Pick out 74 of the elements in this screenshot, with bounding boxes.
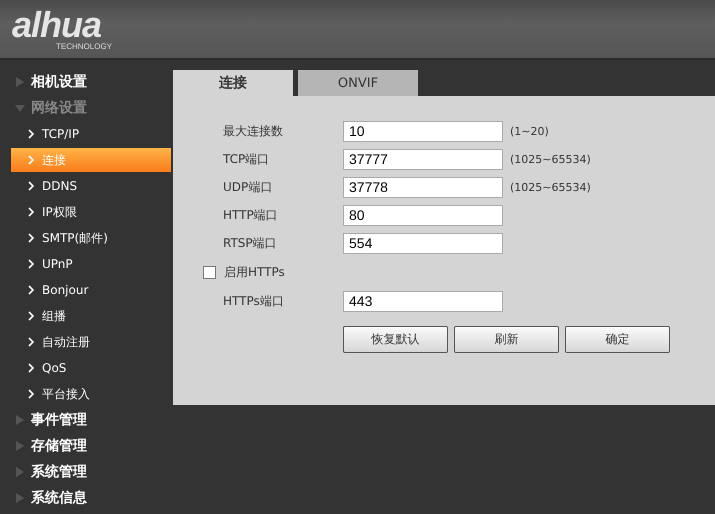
- menu-group[interactable]: 相机设置: [0, 69, 173, 95]
- input-field[interactable]: 37777: [343, 148, 503, 170]
- input-field[interactable]: 10: [343, 120, 503, 142]
- chevron-right-icon: [28, 389, 34, 399]
- triangle-down-icon: [15, 103, 25, 113]
- triangle-right-icon: [15, 493, 25, 503]
- menu-item-label: 连接: [42, 152, 66, 168]
- input-field[interactable]: 443: [343, 290, 503, 312]
- menu-item[interactable]: 组播: [0, 303, 171, 329]
- action-button[interactable]: 恢复默认: [343, 326, 448, 353]
- menu-item-label: Bonjour: [42, 283, 88, 297]
- chevron-right-icon: [28, 311, 34, 321]
- menu-group[interactable]: 事件管理: [0, 407, 173, 433]
- menu-group[interactable]: 系统信息: [0, 485, 173, 511]
- menu-item[interactable]: 自动注册: [0, 329, 171, 355]
- menu-group-label: 存储管理: [31, 437, 87, 455]
- chevron-right-icon: [28, 207, 34, 217]
- field-label: 最大连接数: [222, 122, 284, 140]
- input-field[interactable]: 80: [343, 204, 503, 226]
- triangle-right-icon: [15, 441, 25, 451]
- menu-item-label: SMTP(邮件): [42, 230, 108, 246]
- action-button[interactable]: 刷新: [454, 326, 559, 353]
- checkbox-label: 启用HTTPs: [224, 264, 285, 280]
- triangle-right-icon: [15, 415, 25, 425]
- menu-item[interactable]: DDNS: [0, 173, 171, 199]
- chevron-right-icon: [28, 181, 34, 191]
- checkbox[interactable]: [203, 266, 216, 278]
- chevron-right-icon: [28, 155, 34, 165]
- chevron-right-icon: [28, 363, 34, 373]
- field-label: TCP端口: [222, 150, 270, 168]
- tab[interactable]: ONVIF: [298, 70, 418, 96]
- triangle-right-icon: [15, 467, 25, 477]
- range-hint: (1~20): [510, 124, 549, 138]
- menu-item-label: 组播: [42, 308, 66, 324]
- input-field[interactable]: 37778: [343, 176, 503, 198]
- tab[interactable]: 连接: [173, 70, 293, 96]
- menu-item-label: IP权限: [42, 204, 77, 220]
- menu-item-label: TCP/IP: [42, 127, 80, 141]
- menu-group[interactable]: 存储管理: [0, 433, 173, 459]
- logo-text: alhua: [12, 8, 102, 42]
- input-field[interactable]: 554: [343, 232, 503, 254]
- menu-item[interactable]: SMTP(邮件): [0, 225, 171, 251]
- menu-group-label: 相机设置: [31, 73, 87, 91]
- menu-item[interactable]: 平台接入: [0, 381, 171, 407]
- menu-group-label: 系统管理: [31, 463, 87, 481]
- field-label: HTTP端口: [222, 206, 279, 224]
- menu-group-label: 事件管理: [31, 411, 87, 429]
- menu-group[interactable]: 网络设置: [0, 95, 173, 121]
- menu-group[interactable]: 系统管理: [0, 459, 173, 485]
- range-hint: (1025~65534): [510, 180, 591, 194]
- field-label: UDP端口: [222, 178, 274, 196]
- menu-item[interactable]: QoS: [0, 355, 171, 381]
- chevron-right-icon: [28, 285, 34, 295]
- action-button[interactable]: 确定: [565, 326, 670, 353]
- menu-item-label: DDNS: [42, 179, 78, 193]
- menu-item[interactable]: UPnP: [0, 251, 171, 277]
- field-label: RTSP端口: [222, 234, 278, 252]
- range-hint: (1025~65534): [510, 152, 591, 166]
- menu-item[interactable]: TCP/IP: [0, 121, 171, 147]
- logo-subtitle: TECHNOLOGY: [56, 42, 112, 50]
- menu-item-label: QoS: [42, 361, 66, 375]
- menu-group-label: 网络设置: [31, 99, 87, 117]
- triangle-right-icon: [15, 77, 25, 87]
- chevron-right-icon: [28, 233, 34, 243]
- menu-group-label: 系统信息: [31, 489, 87, 507]
- menu-item[interactable]: IP权限: [0, 199, 171, 225]
- field-label: HTTPs端口: [222, 292, 285, 310]
- menu-item[interactable]: Bonjour: [0, 277, 171, 303]
- chevron-right-icon: [28, 337, 34, 347]
- chevron-right-icon: [28, 259, 34, 269]
- menu-item-label: 自动注册: [42, 334, 90, 350]
- chevron-right-icon: [28, 129, 34, 139]
- menu-item-label: UPnP: [42, 257, 73, 271]
- menu-item-label: 平台接入: [42, 386, 90, 402]
